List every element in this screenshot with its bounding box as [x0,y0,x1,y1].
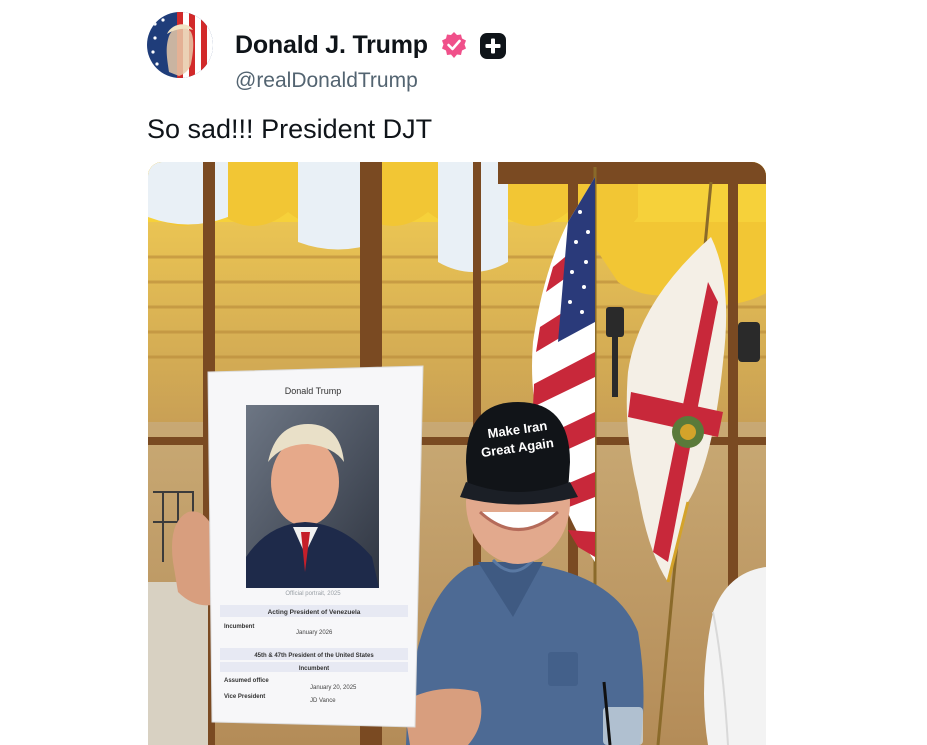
plus-square-icon[interactable] [479,32,507,60]
post-photo[interactable]: Make Iran Great Again Donald Trump Offic… [148,162,766,745]
sheet-row4-label: Vice President [224,694,265,700]
author-handle[interactable]: @realDonaldTrump [235,69,418,93]
held-sheet: Donald Trump Official portrait, 2025 Act… [207,365,424,728]
post-text: So sad!!! President DJT [147,114,433,144]
sheet-row1-label: Incumbent [224,624,254,630]
sheet-row2-header: 45th & 47th President of the United Stat… [254,653,374,659]
author-avatar[interactable] [147,12,213,78]
sheet-row4-value: JD Vance [310,698,336,704]
sheet-caption: Official portrait, 2025 [285,591,341,597]
sheet-row3-label: Assumed office [224,678,269,684]
verified-badge-icon [440,31,468,59]
sheet-row1-header: Acting President of Venezuela [268,609,361,616]
author-display-name[interactable]: Donald J. Trump [235,31,428,60]
sheet-title: Donald Trump [285,386,342,396]
post-header: Donald J. Trump @realDonaldTrump [147,12,887,92]
sheet-row1-value: January 2026 [296,630,333,636]
sheet-row2-sub: Incumbent [299,666,329,672]
sheet-row3-value: January 20, 2025 [310,685,357,691]
